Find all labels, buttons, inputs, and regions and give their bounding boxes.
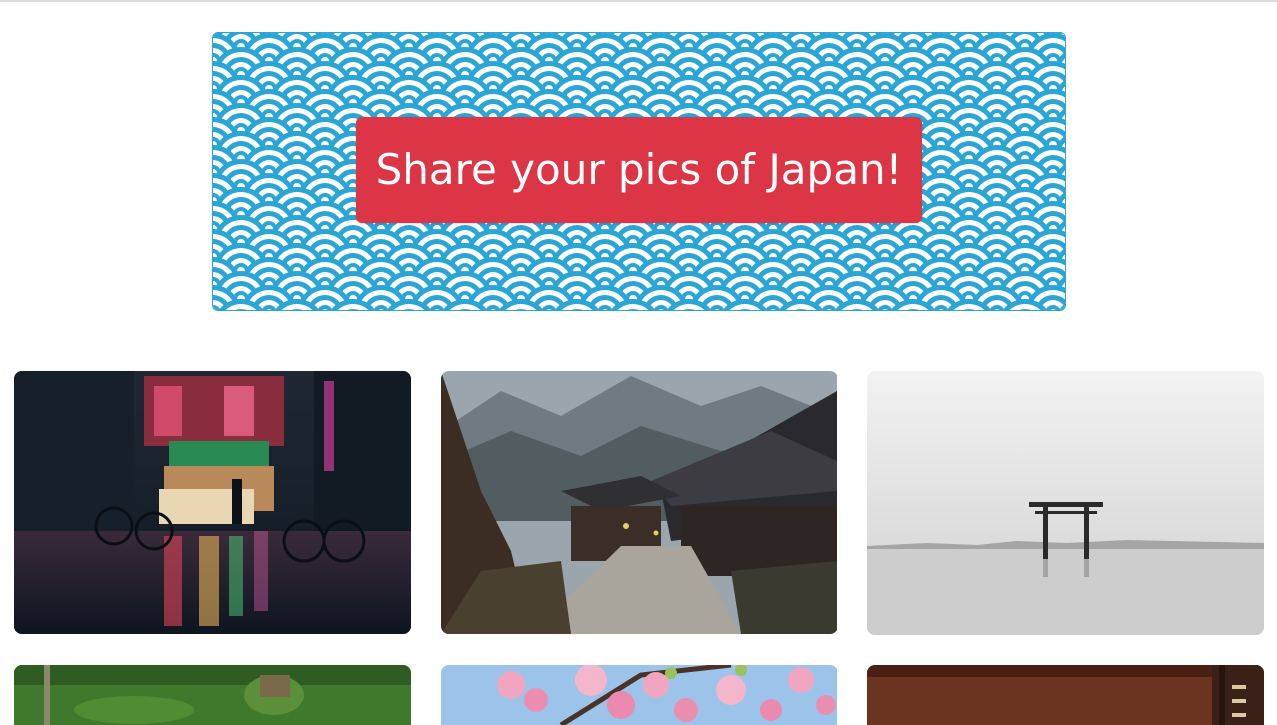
- photo-gallery: [0, 0, 1277, 725]
- cherry-blossoms-photo: [441, 665, 837, 725]
- photo-card-cherry-blossoms[interactable]: [441, 665, 838, 725]
- mountain-village-photo: [441, 371, 837, 634]
- photo-card-moss-garden[interactable]: [14, 665, 411, 725]
- moss-garden-photo: [14, 665, 411, 725]
- photo-card-shrine-wall[interactable]: [867, 665, 1264, 725]
- shrine-wall-photo: [867, 665, 1264, 725]
- photo-card-torii-gate[interactable]: [867, 371, 1264, 635]
- photo-card-mountain-village[interactable]: [441, 371, 838, 634]
- photo-card-neon-street[interactable]: [14, 371, 411, 634]
- torii-gate-photo: [867, 371, 1264, 635]
- neon-street-photo: [14, 371, 411, 634]
